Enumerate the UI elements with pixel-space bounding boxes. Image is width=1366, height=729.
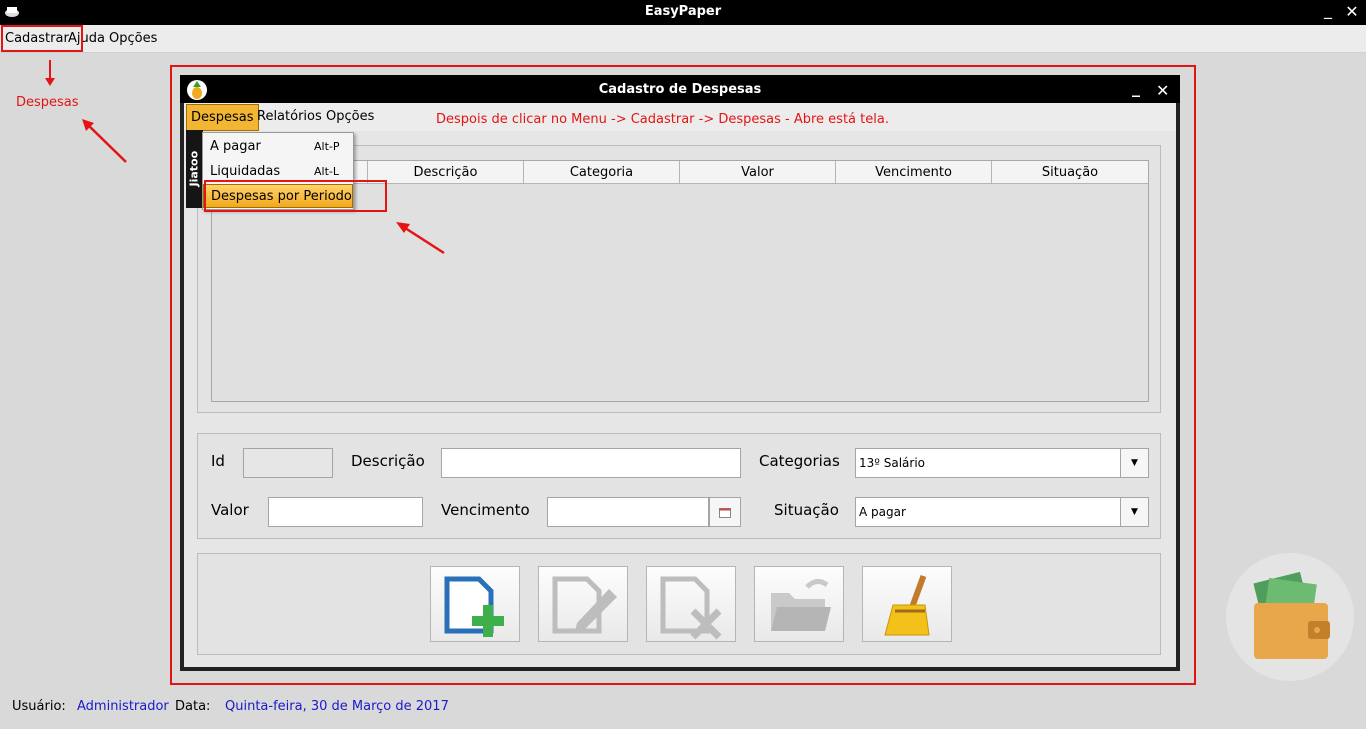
frame-close-button[interactable]: ✕ bbox=[1156, 81, 1169, 100]
vencimento-field[interactable] bbox=[547, 497, 709, 527]
open-button[interactable] bbox=[754, 566, 844, 642]
frame-minimize-button[interactable]: _ bbox=[1132, 78, 1140, 97]
annotation-arrow-icon bbox=[82, 119, 127, 163]
delete-button[interactable] bbox=[646, 566, 736, 642]
app-titlebar: EasyPaper _ ✕ bbox=[0, 0, 1366, 25]
situacao-select[interactable]: A pagar ▼ bbox=[855, 497, 1149, 527]
edit-button[interactable] bbox=[538, 566, 628, 642]
folder-open-icon bbox=[771, 579, 831, 631]
valor-label: Valor bbox=[211, 501, 249, 519]
categorias-label: Categorias bbox=[759, 452, 840, 470]
user-value: Administrador bbox=[77, 699, 169, 714]
vencimento-label: Vencimento bbox=[441, 501, 530, 519]
column-header-vencimento[interactable]: Vencimento bbox=[836, 161, 992, 184]
dropdown-side-strip: Jiatoo bbox=[186, 130, 203, 208]
wallet-icon bbox=[1226, 553, 1354, 681]
document-edit-icon bbox=[552, 576, 617, 634]
minimize-button[interactable]: _ bbox=[1320, 1, 1336, 19]
situacao-label: Situação bbox=[774, 501, 839, 519]
column-header-valor[interactable]: Valor bbox=[680, 161, 836, 184]
date-label: Data: bbox=[175, 699, 211, 714]
main-menubar: Cadastrar Ajuda Opções bbox=[0, 25, 1366, 53]
calendar-button[interactable] bbox=[709, 497, 741, 527]
add-button[interactable] bbox=[430, 566, 520, 642]
form-panel: Id Descrição Categorias 13º Salário ▼ Va… bbox=[197, 433, 1161, 539]
chevron-down-icon[interactable]: ▼ bbox=[1120, 498, 1148, 526]
menu-item-a-pagar[interactable]: A pagar Alt-P bbox=[203, 135, 353, 159]
menu-relatorios[interactable]: Relatórios bbox=[257, 109, 322, 124]
column-header-situacao[interactable]: Situação bbox=[992, 161, 1148, 184]
annotation-arrow-icon bbox=[396, 222, 445, 255]
column-header-descricao[interactable]: Descrição bbox=[368, 161, 524, 184]
user-label: Usuário: bbox=[12, 699, 66, 714]
document-delete-icon bbox=[660, 576, 722, 640]
annotation-instruction: Despois de clicar no Menu -> Cadastrar -… bbox=[436, 112, 889, 127]
expense-window-title: Cadastro de Despesas bbox=[598, 82, 762, 97]
date-value: Quinta-feira, 30 de Março de 2017 bbox=[225, 699, 449, 714]
menu-opcoes[interactable]: Opções bbox=[109, 31, 157, 46]
expense-window-titlebar: Cadastro de Despesas _ ✕ bbox=[180, 75, 1180, 103]
annotation-arrow-down-icon bbox=[45, 60, 55, 86]
dropdown-side-label: Jiatoo bbox=[187, 150, 201, 187]
close-button[interactable]: ✕ bbox=[1344, 3, 1360, 21]
chevron-down-icon[interactable]: ▼ bbox=[1120, 449, 1148, 477]
situacao-value: A pagar bbox=[859, 505, 906, 519]
document-add-icon bbox=[444, 576, 504, 637]
status-bar: Usuário: Administrador Data: Quinta-feir… bbox=[0, 692, 1366, 722]
menu-item-label: A pagar bbox=[210, 139, 261, 154]
expense-menubar: Despesas Relatórios Opções Despois de cl… bbox=[184, 103, 1176, 131]
menu-item-accelerator: Alt-L bbox=[314, 165, 339, 178]
app-title: EasyPaper bbox=[644, 4, 722, 19]
menu-opcoes-frame[interactable]: Opções bbox=[326, 109, 374, 124]
descricao-field[interactable] bbox=[441, 448, 741, 478]
menu-item-label: Liquidadas bbox=[210, 164, 281, 179]
menu-item-accelerator: Alt-P bbox=[314, 140, 340, 153]
calendar-icon bbox=[719, 508, 731, 518]
categorias-select[interactable]: 13º Salário ▼ bbox=[855, 448, 1149, 478]
menu-despesas[interactable]: Despesas bbox=[186, 104, 259, 131]
annotation-despesas-label: Despesas bbox=[16, 95, 79, 110]
id-field[interactable] bbox=[243, 448, 333, 478]
id-label: Id bbox=[211, 452, 225, 470]
valor-field[interactable] bbox=[268, 497, 423, 527]
categorias-value: 13º Salário bbox=[859, 456, 926, 470]
clear-button[interactable] bbox=[862, 566, 952, 642]
descricao-label: Descrição bbox=[351, 452, 425, 470]
column-header-categoria[interactable]: Categoria bbox=[524, 161, 680, 184]
broom-icon bbox=[884, 574, 930, 636]
annotation-box-cadastrar bbox=[1, 25, 83, 52]
annotation-box-menu-item bbox=[204, 180, 387, 212]
